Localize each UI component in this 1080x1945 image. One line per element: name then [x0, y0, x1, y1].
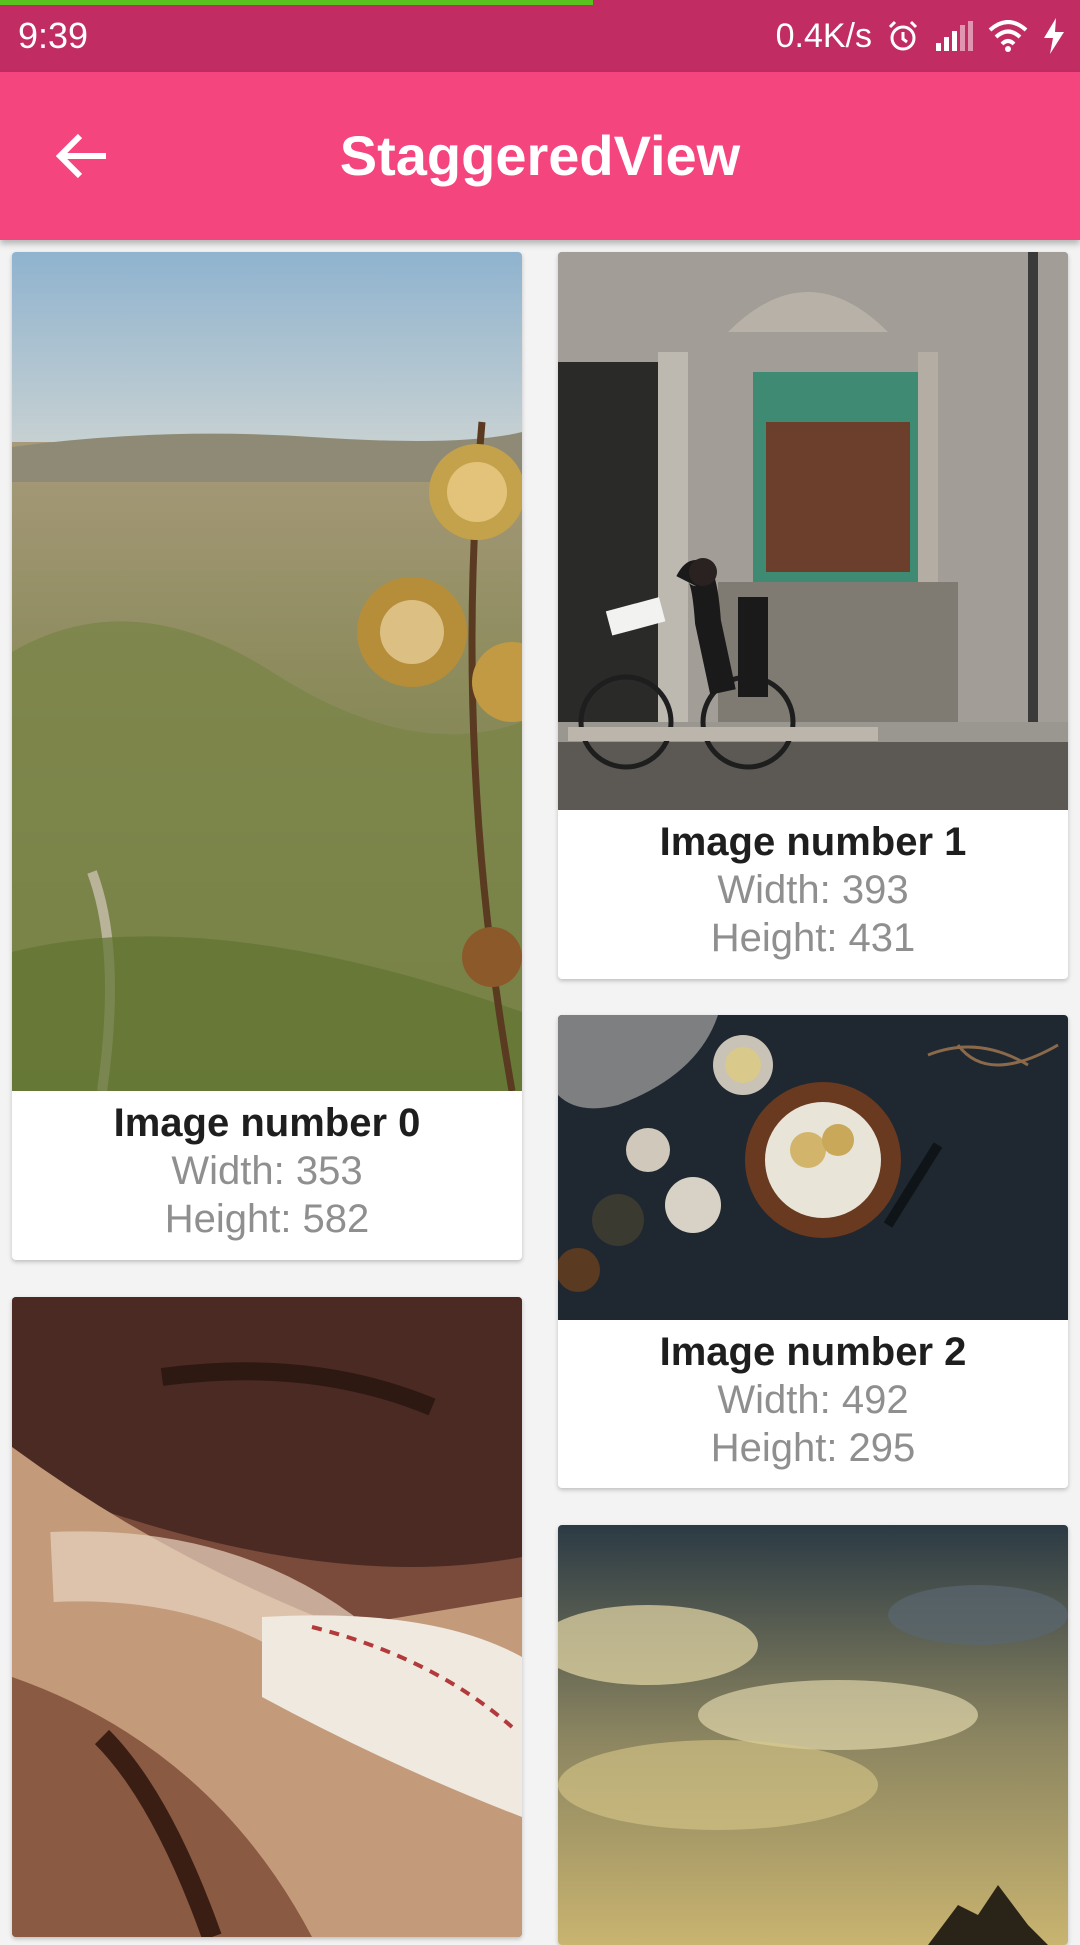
image-card-4[interactable] [558, 1525, 1068, 1945]
card-width: Width: 492 [717, 1378, 909, 1422]
card-width: Width: 353 [171, 1149, 363, 1193]
status-bar: 9:39 0.4K/s [0, 0, 1080, 72]
card-title: Image number 2 [659, 1330, 967, 1374]
status-icons: 0.4K/s [776, 14, 1066, 58]
mountain-valley-thistle-photo [12, 252, 522, 1091]
status-time: 9:39 [18, 15, 89, 56]
card-height: Height: 582 [164, 1197, 370, 1241]
card-height: Height: 431 [710, 916, 916, 960]
page-title: StaggeredView [339, 124, 741, 187]
alarm-icon [886, 19, 920, 53]
image-card-0[interactable]: Image number 0 Width: 353 Height: 582 [12, 252, 522, 1260]
wifi-icon [988, 20, 1028, 52]
card-caption: Image number 1 Width: 393 Height: 431 [558, 818, 1068, 962]
image-card-2[interactable]: Image number 2 Width: 492 Height: 295 [558, 1015, 1068, 1488]
card-title: Image number 1 [659, 820, 967, 864]
card-title: Image number 0 [113, 1101, 421, 1145]
app-bar: StaggeredView [0, 72, 1080, 240]
cyclist-old-building-photo [558, 252, 1068, 810]
image-card-3[interactable] [12, 1297, 522, 1937]
card-caption: Image number 0 Width: 353 Height: 582 [12, 1099, 522, 1243]
cloudy-sky-sunset-photo [558, 1525, 1068, 1945]
cake-dark-table-photo [558, 1015, 1068, 1320]
loading-progress-bar [0, 0, 593, 5]
image-card-1[interactable]: Image number 1 Width: 393 Height: 431 [558, 252, 1068, 979]
card-width: Width: 393 [717, 868, 909, 912]
card-caption: Image number 2 Width: 492 Height: 295 [558, 1328, 1068, 1472]
network-speed: 0.4K/s [775, 16, 872, 55]
baseball-glove-photo [12, 1297, 522, 1937]
signal-icon [934, 21, 974, 51]
card-height: Height: 295 [710, 1426, 916, 1470]
charging-icon [1042, 18, 1066, 54]
